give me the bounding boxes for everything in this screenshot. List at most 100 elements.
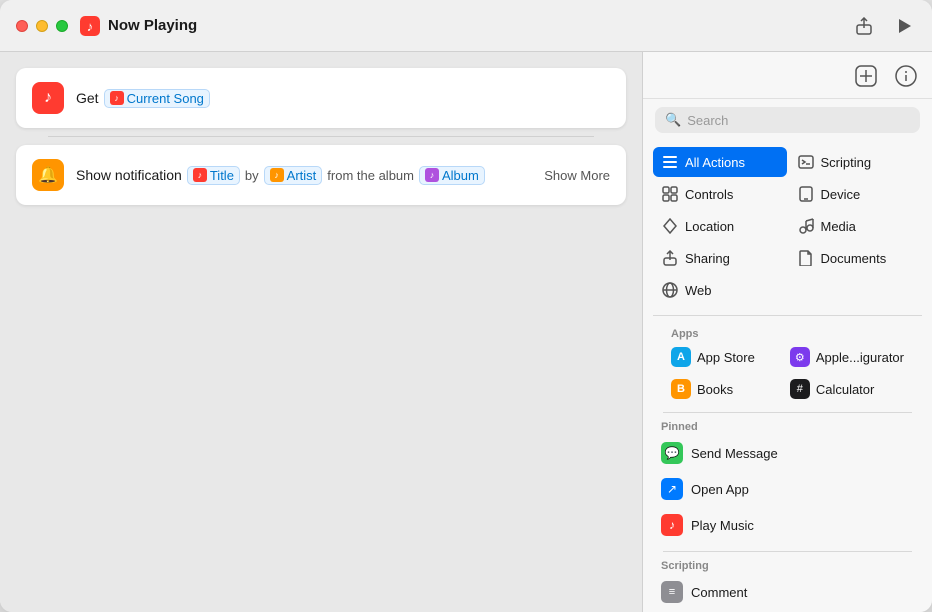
token-album: ♪ Album bbox=[419, 166, 485, 185]
web-icon bbox=[661, 281, 679, 299]
pinned-label: Pinned bbox=[653, 417, 922, 435]
categories-grid: All Actions Scripting bbox=[643, 141, 932, 311]
sidebar-divider-1 bbox=[653, 315, 922, 316]
sharing-label: Sharing bbox=[685, 251, 730, 266]
device-icon bbox=[797, 185, 815, 203]
main-content: ♪ Get ♪ Current Song 🔔 Show notificatio bbox=[0, 52, 932, 612]
web-label: Web bbox=[685, 283, 712, 298]
comment-label: Comment bbox=[691, 585, 747, 600]
actions-panel: 🔍 All Actions bbox=[642, 52, 932, 612]
app-icon-calculator: # bbox=[790, 379, 810, 399]
token-title-icon: ♪ bbox=[193, 168, 207, 182]
action-get-label: Get bbox=[76, 90, 99, 106]
category-media[interactable]: Media bbox=[789, 211, 923, 241]
controls-icon bbox=[661, 185, 679, 203]
action-content: Get ♪ Current Song bbox=[76, 89, 610, 108]
token-artist-icon: ♪ bbox=[270, 168, 284, 182]
play-music-icon: ♪ bbox=[661, 514, 683, 536]
play-button[interactable] bbox=[892, 14, 916, 38]
category-scripting[interactable]: Scripting bbox=[789, 147, 923, 177]
add-action-button[interactable] bbox=[852, 62, 880, 90]
device-label: Device bbox=[821, 187, 861, 202]
search-bar: 🔍 bbox=[643, 99, 932, 141]
app-icon-configurator: ⚙ bbox=[790, 347, 810, 367]
category-location[interactable]: Location bbox=[653, 211, 787, 241]
svg-text:♪: ♪ bbox=[87, 19, 94, 34]
category-device[interactable]: Device bbox=[789, 179, 923, 209]
token-artist: ♪ Artist bbox=[264, 166, 323, 185]
all-actions-icon bbox=[661, 153, 679, 171]
pinned-play-music[interactable]: ♪ Play Music bbox=[653, 507, 922, 543]
documents-icon bbox=[797, 249, 815, 267]
pinned-section: Pinned 💬 Send Message ↗ Open App bbox=[653, 417, 922, 547]
app-window: ♪ Now Playing bbox=[0, 0, 932, 612]
action-show-notification[interactable]: 🔔 Show notification ♪ Title by ♪ Artist … bbox=[16, 145, 626, 205]
apps-section-label: Apps bbox=[663, 324, 912, 342]
media-label: Media bbox=[821, 219, 856, 234]
token-icon: ♪ bbox=[110, 91, 124, 105]
media-icon bbox=[797, 217, 815, 235]
play-music-label: Play Music bbox=[691, 518, 754, 533]
token-title: ♪ Title bbox=[187, 166, 240, 185]
app-configurator-label: Apple...igurator bbox=[816, 350, 904, 365]
actions-scroll: Apps A App Store ⚙ Apple...igu bbox=[643, 320, 932, 612]
scripting-section-label: Scripting bbox=[653, 556, 922, 574]
controls-label: Controls bbox=[685, 187, 733, 202]
titlebar: ♪ Now Playing bbox=[0, 0, 932, 52]
all-actions-label: All Actions bbox=[685, 155, 745, 170]
minimize-button[interactable] bbox=[36, 20, 48, 32]
action-icon-music: ♪ bbox=[32, 82, 64, 114]
sidebar-divider-3 bbox=[663, 551, 912, 552]
info-button[interactable] bbox=[892, 62, 920, 90]
maximize-button[interactable] bbox=[56, 20, 68, 32]
pinned-send-message[interactable]: 💬 Send Message bbox=[653, 435, 922, 471]
share-button[interactable] bbox=[852, 14, 876, 38]
sidebar-divider-2 bbox=[663, 412, 912, 413]
category-sharing[interactable]: Sharing bbox=[653, 243, 787, 273]
token-album-icon: ♪ bbox=[425, 168, 439, 182]
category-web[interactable]: Web bbox=[653, 275, 787, 305]
location-label: Location bbox=[685, 219, 734, 234]
scripting-comment[interactable]: ≡ Comment bbox=[653, 574, 922, 610]
action-get-song[interactable]: ♪ Get ♪ Current Song bbox=[16, 68, 626, 128]
titlebar-actions bbox=[852, 14, 916, 38]
sharing-icon bbox=[661, 249, 679, 267]
window-title: Now Playing bbox=[108, 17, 852, 34]
pinned-open-app[interactable]: ↗ Open App bbox=[653, 471, 922, 507]
app-configurator[interactable]: ⚙ Apple...igurator bbox=[782, 342, 912, 372]
app-calculator-label: Calculator bbox=[816, 382, 875, 397]
traffic-lights bbox=[16, 20, 68, 32]
send-message-label: Send Message bbox=[691, 446, 778, 461]
category-documents[interactable]: Documents bbox=[789, 243, 923, 273]
open-app-label: Open App bbox=[691, 482, 749, 497]
send-message-icon: 💬 bbox=[661, 442, 683, 464]
app-icon: ♪ bbox=[80, 16, 100, 36]
category-all-actions[interactable]: All Actions bbox=[653, 147, 787, 177]
actions-header bbox=[643, 52, 932, 99]
app-icon-appstore: A bbox=[671, 347, 691, 367]
action-notification-content: Show notification ♪ Title by ♪ Artist fr… bbox=[76, 166, 610, 185]
scripting-icon bbox=[797, 153, 815, 171]
token-current-song: ♪ Current Song bbox=[104, 89, 210, 108]
search-wrapper: 🔍 bbox=[655, 107, 920, 133]
text-from-album: from the album bbox=[327, 168, 414, 183]
apps-grid: A App Store ⚙ Apple...igurator bbox=[663, 342, 912, 404]
category-controls[interactable]: Controls bbox=[653, 179, 787, 209]
app-appstore-label: App Store bbox=[697, 350, 755, 365]
app-books-label: Books bbox=[697, 382, 733, 397]
open-app-icon: ↗ bbox=[661, 478, 683, 500]
app-icon-books: B bbox=[671, 379, 691, 399]
app-books[interactable]: B Books bbox=[663, 374, 780, 404]
search-icon: 🔍 bbox=[665, 112, 681, 128]
search-input[interactable] bbox=[687, 113, 910, 128]
action-icon-notification: 🔔 bbox=[32, 159, 64, 191]
close-button[interactable] bbox=[16, 20, 28, 32]
comment-icon: ≡ bbox=[661, 581, 683, 603]
show-more-button[interactable]: Show More bbox=[544, 168, 610, 183]
text-by: by bbox=[245, 168, 259, 183]
app-calculator[interactable]: # Calculator bbox=[782, 374, 912, 404]
scripting-section: Scripting ≡ Comment ! Show Result bbox=[653, 556, 922, 612]
app-appstore[interactable]: A App Store bbox=[663, 342, 780, 372]
apps-section: Apps A App Store ⚙ Apple...igu bbox=[653, 320, 922, 408]
scripting-label: Scripting bbox=[821, 155, 872, 170]
